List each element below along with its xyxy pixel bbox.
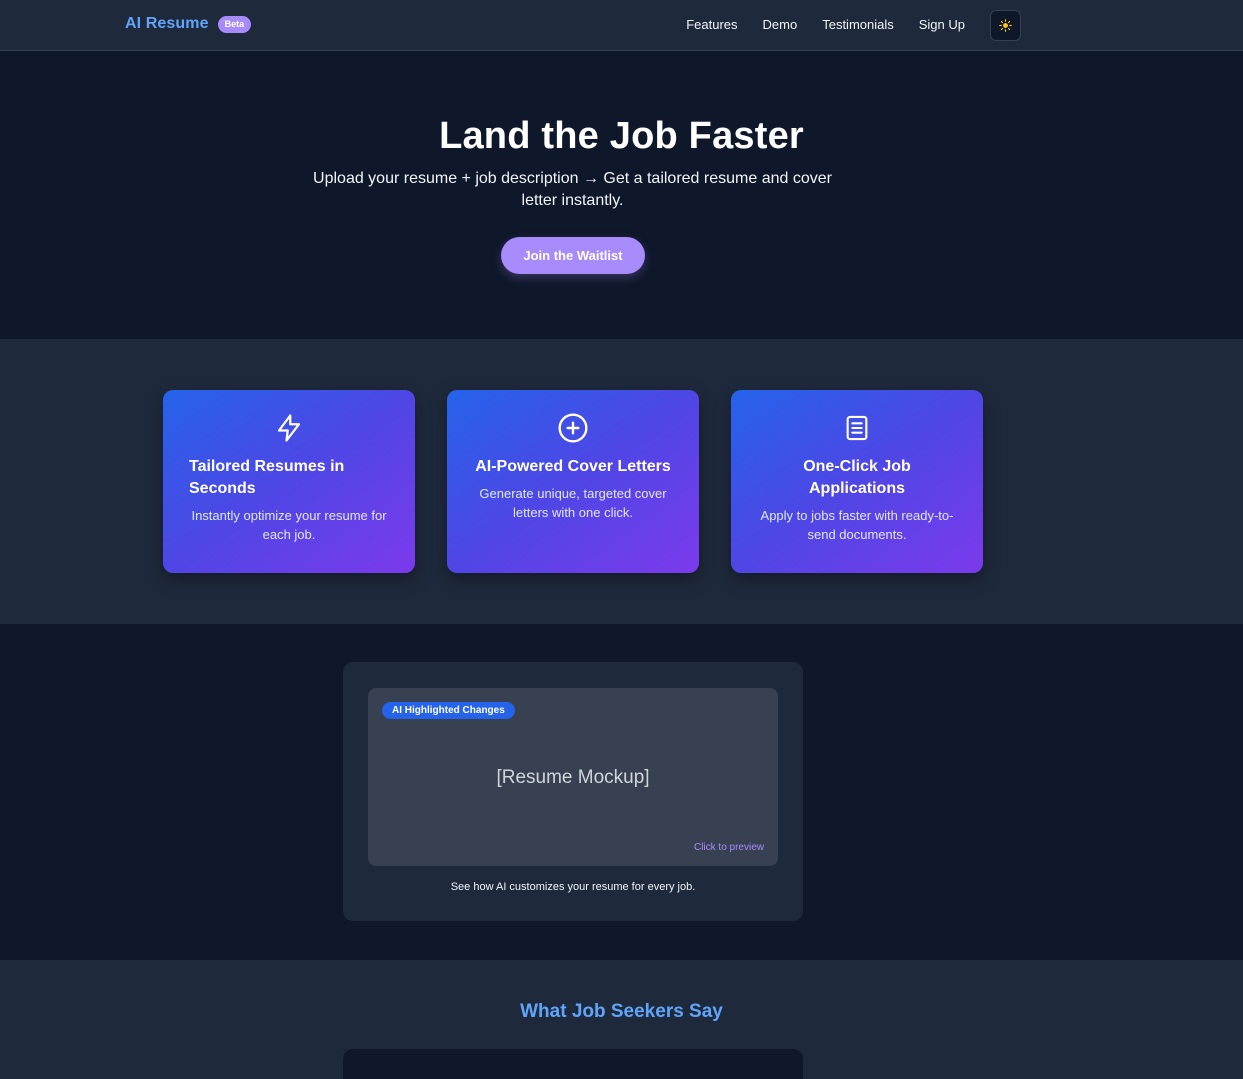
feature-title: AI-Powered Cover Letters bbox=[475, 458, 671, 475]
hero-section: Land the Job Faster Upload your resume +… bbox=[0, 51, 1243, 339]
demo-caption: See how AI customizes your resume for ev… bbox=[450, 881, 696, 893]
beta-badge: Beta bbox=[217, 15, 252, 33]
theme-toggle-button[interactable] bbox=[990, 10, 1021, 41]
feature-card-tailored-resumes: Tailored Resumes in Seconds Instantly op… bbox=[163, 390, 415, 573]
feature-title: One-Click Job Applications bbox=[803, 458, 911, 497]
resume-mockup-placeholder: [Resume Mockup] bbox=[496, 767, 650, 788]
hero-title: Land the Job Faster bbox=[439, 115, 804, 157]
demo-section: AI Highlighted Changes [Resume Mockup] C… bbox=[0, 624, 1243, 960]
plus-circle-icon bbox=[558, 413, 588, 443]
feature-description: Instantly optimize your resume for each … bbox=[191, 508, 387, 542]
nav-link-features[interactable]: Features bbox=[686, 17, 737, 32]
nav-links: Features Demo Testimonials Sign Up bbox=[686, 17, 965, 32]
demo-card: AI Highlighted Changes [Resume Mockup] C… bbox=[343, 662, 803, 921]
ai-highlighted-changes-badge: AI Highlighted Changes bbox=[382, 702, 515, 719]
resume-mockup-preview[interactable]: AI Highlighted Changes [Resume Mockup] C… bbox=[368, 688, 778, 866]
document-icon bbox=[846, 415, 868, 441]
nav-link-demo[interactable]: Demo bbox=[763, 17, 798, 32]
join-waitlist-button[interactable]: Join the Waitlist bbox=[501, 237, 645, 274]
testimonials-title: What Job Seekers Say bbox=[520, 1001, 723, 1022]
brand[interactable]: AI Resume Beta bbox=[125, 15, 252, 33]
sun-icon bbox=[999, 19, 1012, 32]
brand-name[interactable]: AI Resume bbox=[125, 15, 209, 33]
feature-card-job-applications: One-Click Job Applications Apply to jobs… bbox=[731, 390, 983, 573]
lightning-icon bbox=[277, 414, 301, 442]
features-section: Tailored Resumes in Seconds Instantly op… bbox=[0, 339, 1243, 624]
testimonials-section: What Job Seekers Say bbox=[0, 960, 1243, 1079]
nav-link-testimonials[interactable]: Testimonials bbox=[822, 17, 894, 32]
testimonial-card bbox=[343, 1049, 803, 1079]
nav-link-sign-up[interactable]: Sign Up bbox=[919, 17, 965, 32]
hero-subtitle: Upload your resume + job description → G… bbox=[313, 170, 832, 209]
feature-description: Apply to jobs faster with ready-to-send … bbox=[760, 508, 954, 542]
feature-card-cover-letters: AI-Powered Cover Letters Generate unique… bbox=[447, 390, 699, 573]
feature-description: Generate unique, targeted cover letters … bbox=[479, 486, 667, 520]
top-navbar: AI Resume Beta Features Demo Testimonial… bbox=[0, 0, 1243, 51]
click-to-preview-hint[interactable]: Click to preview bbox=[694, 842, 764, 853]
feature-title: Tailored Resumes in Seconds bbox=[189, 458, 345, 497]
